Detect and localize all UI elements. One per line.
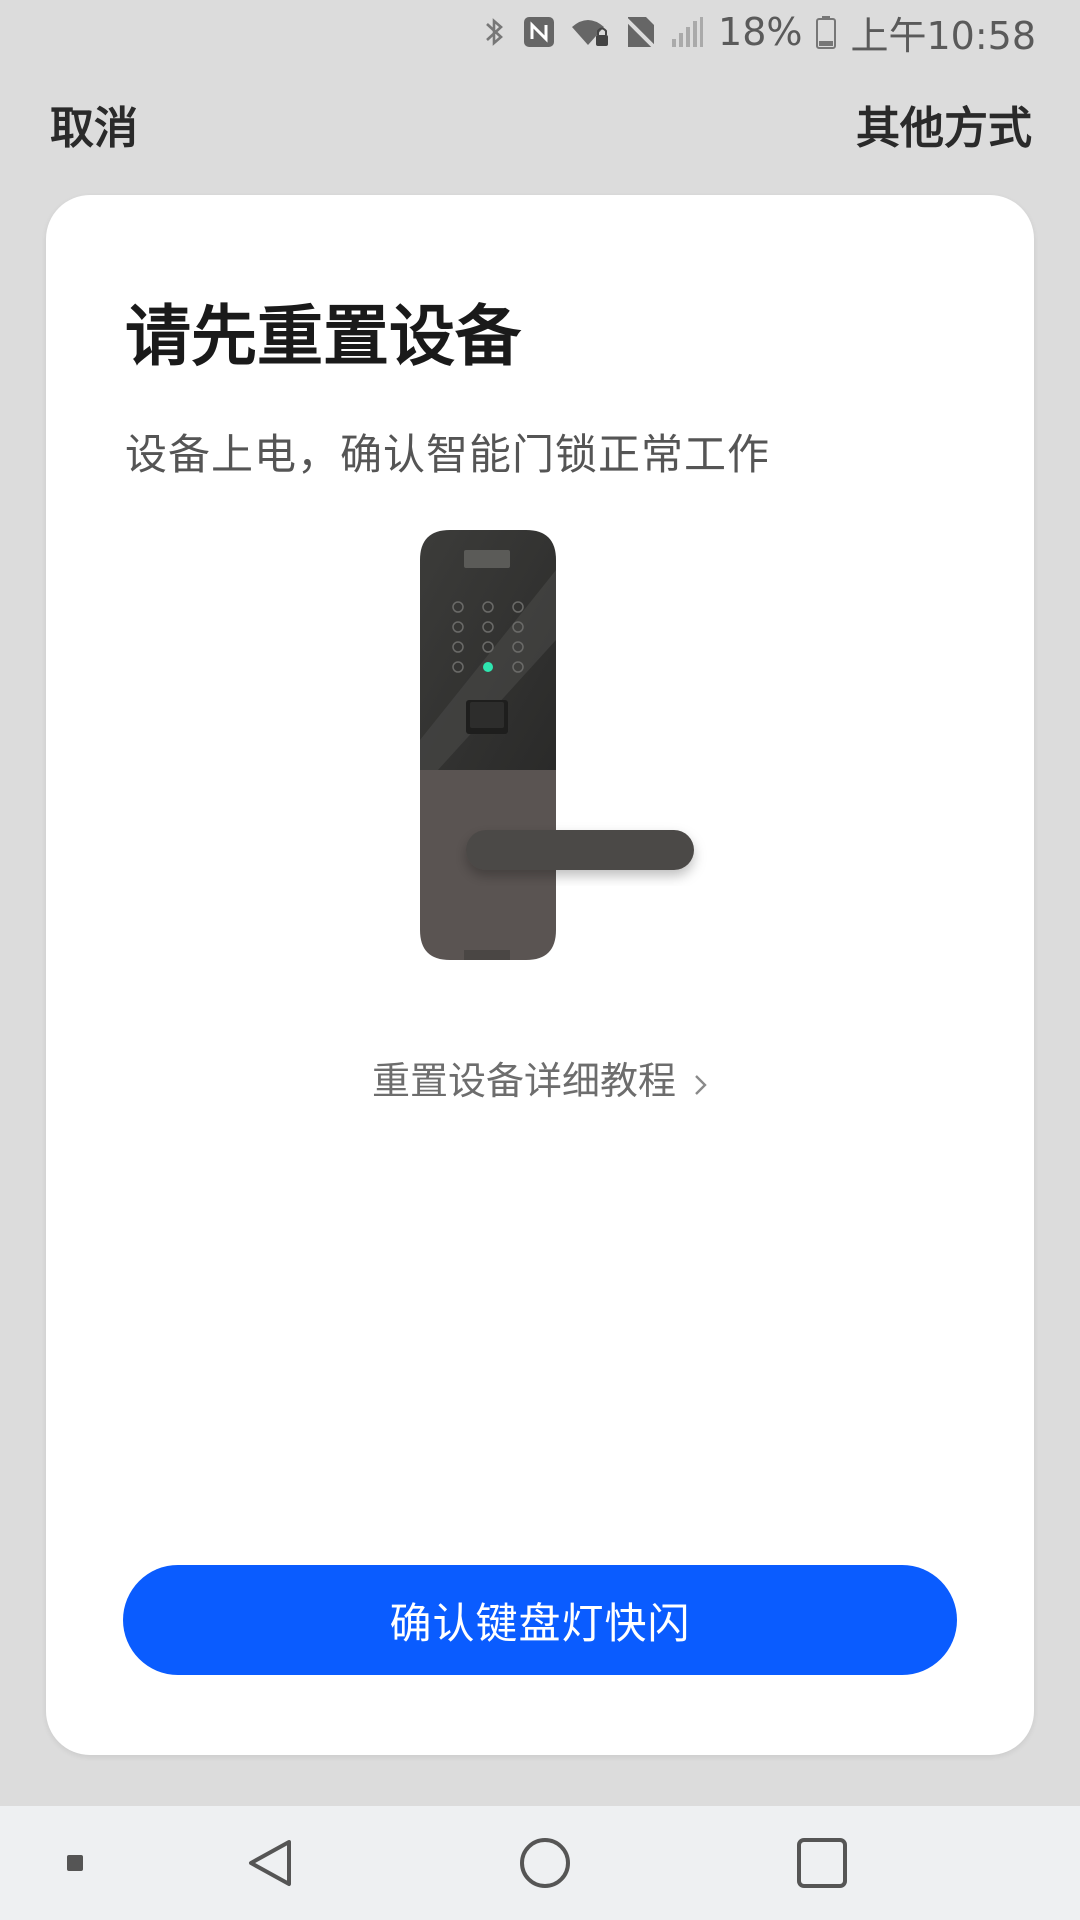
menu-dot-icon[interactable] <box>50 1806 100 1920</box>
status-time: 上午10:58 <box>850 13 1036 58</box>
page-subtitle: 设备上电，确认智能门锁正常工作 <box>125 430 771 479</box>
home-icon[interactable] <box>505 1806 585 1920</box>
recents-icon[interactable] <box>782 1806 862 1920</box>
reset-device-card: 请先重置设备 设备上电，确认智能门锁正常工作 重置设备详细教程 确认键盘灯快闪 <box>46 195 1034 1755</box>
back-icon[interactable] <box>230 1806 310 1920</box>
page-title: 请先重置设备 <box>125 298 521 375</box>
signal-icon <box>670 15 704 49</box>
wifi-lock-icon <box>570 15 610 49</box>
battery-percent: 18% <box>718 10 803 54</box>
other-methods-button[interactable]: 其他方式 <box>856 92 1032 156</box>
nfc-icon <box>522 15 556 49</box>
battery-icon <box>816 15 837 49</box>
no-sim-icon <box>624 15 656 49</box>
top-nav: 取消 其他方式 <box>50 92 1032 156</box>
smart-lock-illustration <box>418 530 758 980</box>
bluetooth-icon <box>482 15 508 49</box>
system-nav-bar <box>0 1806 1080 1920</box>
cancel-button[interactable]: 取消 <box>50 92 138 156</box>
tutorial-link-label: 重置设备详细教程 <box>371 1059 676 1103</box>
confirm-keypad-flash-button[interactable]: 确认键盘灯快闪 <box>123 1565 957 1675</box>
chevron-right-icon <box>694 1062 708 1106</box>
reset-tutorial-link[interactable]: 重置设备详细教程 <box>46 1050 1034 1106</box>
status-bar: 18% 上午10:58 <box>0 0 1080 64</box>
